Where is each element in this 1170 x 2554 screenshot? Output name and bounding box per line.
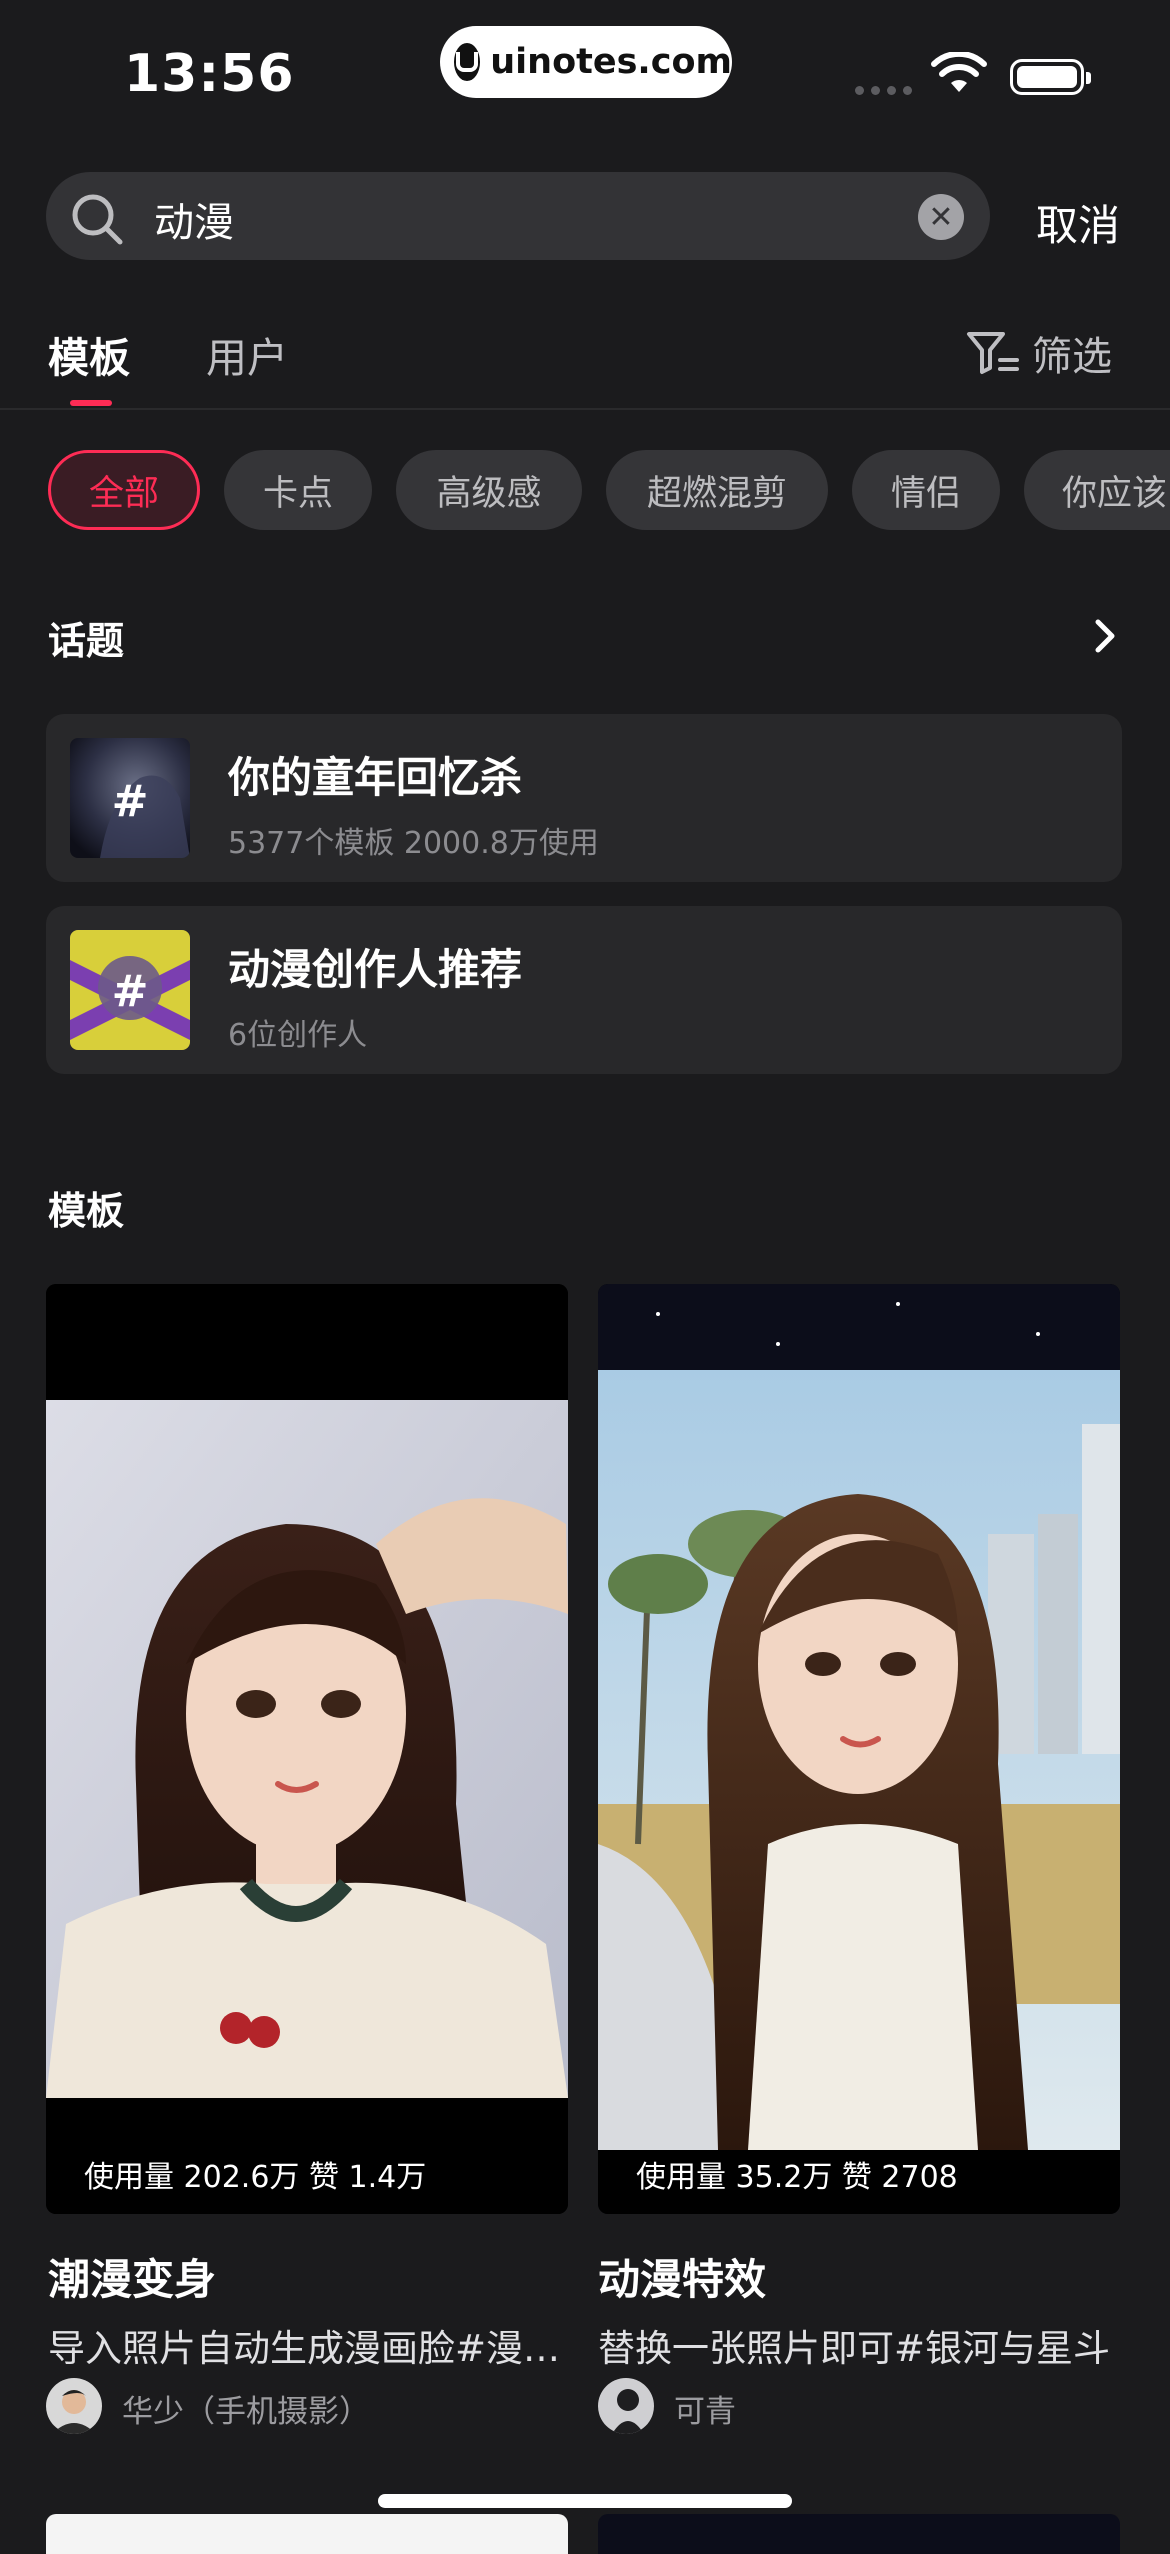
tabs-divider xyxy=(0,408,1170,410)
active-tab-indicator xyxy=(70,400,112,406)
cellular-signal-icon xyxy=(855,86,912,95)
templates-section-title: 模板 xyxy=(48,1189,125,1233)
chip-beat[interactable]: 卡点 xyxy=(224,450,372,530)
avatar[interactable] xyxy=(598,2378,654,2434)
topic-card[interactable] xyxy=(46,906,1122,1074)
status-time: 13:56 xyxy=(124,44,295,104)
topics-section-title: 话题 xyxy=(48,619,125,663)
watermark-text: uinotes.com xyxy=(490,42,732,82)
filter-label: 筛选 xyxy=(1032,334,1112,380)
svg-text:#: # xyxy=(112,776,149,827)
chip-premium[interactable]: 高级感 xyxy=(396,450,582,530)
template-cover-image xyxy=(598,1284,1120,2214)
topic-thumbnail: # xyxy=(70,738,190,858)
watermark-badge: uinotes.com xyxy=(440,26,732,98)
cancel-button[interactable]: 取消 xyxy=(1036,192,1120,253)
template-cover-image xyxy=(46,1284,568,2214)
battery-icon xyxy=(1010,59,1091,95)
uinotes-logo-icon xyxy=(454,43,481,81)
topic-subtitle: 5377个模板 2000.8万使用 xyxy=(228,826,599,861)
chip-couple[interactable]: 情侣 xyxy=(852,450,1000,530)
template-card[interactable] xyxy=(46,1284,568,2214)
tab-templates[interactable]: 模板 xyxy=(48,324,130,384)
filter-button[interactable]: 筛选 xyxy=(966,324,1112,382)
clear-search-icon[interactable]: ✕ xyxy=(918,194,964,240)
author-name[interactable]: 华少（手机摄影） xyxy=(122,2386,370,2431)
chip-remix[interactable]: 超燃混剪 xyxy=(606,450,828,530)
chip-all[interactable]: 全部 xyxy=(48,450,200,530)
wifi-icon xyxy=(931,52,987,92)
template-description: 导入照片自动生成漫画脸#漫… xyxy=(48,2327,558,2370)
template-card[interactable] xyxy=(46,2514,568,2554)
topic-title: 动漫创作人推荐 xyxy=(228,945,523,994)
author-name[interactable]: 可青 xyxy=(674,2386,736,2431)
template-title: 潮漫变身 xyxy=(48,2255,217,2304)
filter-icon xyxy=(967,332,1019,374)
template-card[interactable] xyxy=(598,2514,1120,2554)
topic-subtitle: 6位创作人 xyxy=(228,1018,368,1053)
avatar[interactable] xyxy=(46,2378,102,2434)
template-card[interactable] xyxy=(598,1284,1120,2214)
topic-thumbnail: # xyxy=(70,930,190,1050)
search-input[interactable]: 动漫 xyxy=(154,190,234,248)
tab-users[interactable]: 用户 xyxy=(206,324,288,384)
home-indicator[interactable] xyxy=(378,2494,792,2508)
usage-stats: 使用量 35.2万 赞 2708 xyxy=(636,2160,958,2195)
template-title: 动漫特效 xyxy=(598,2255,767,2304)
search-icon xyxy=(72,194,123,245)
usage-stats: 使用量 202.6万 赞 1.4万 xyxy=(84,2160,427,2195)
chip-should[interactable]: 你应该 xyxy=(1024,450,1170,530)
svg-text:#: # xyxy=(112,966,149,1017)
topic-title: 你的童年回忆杀 xyxy=(228,753,523,802)
chevron-right-icon[interactable] xyxy=(1090,616,1120,656)
template-description: 替换一张照片即可#银河与星斗 xyxy=(598,2327,1111,2370)
